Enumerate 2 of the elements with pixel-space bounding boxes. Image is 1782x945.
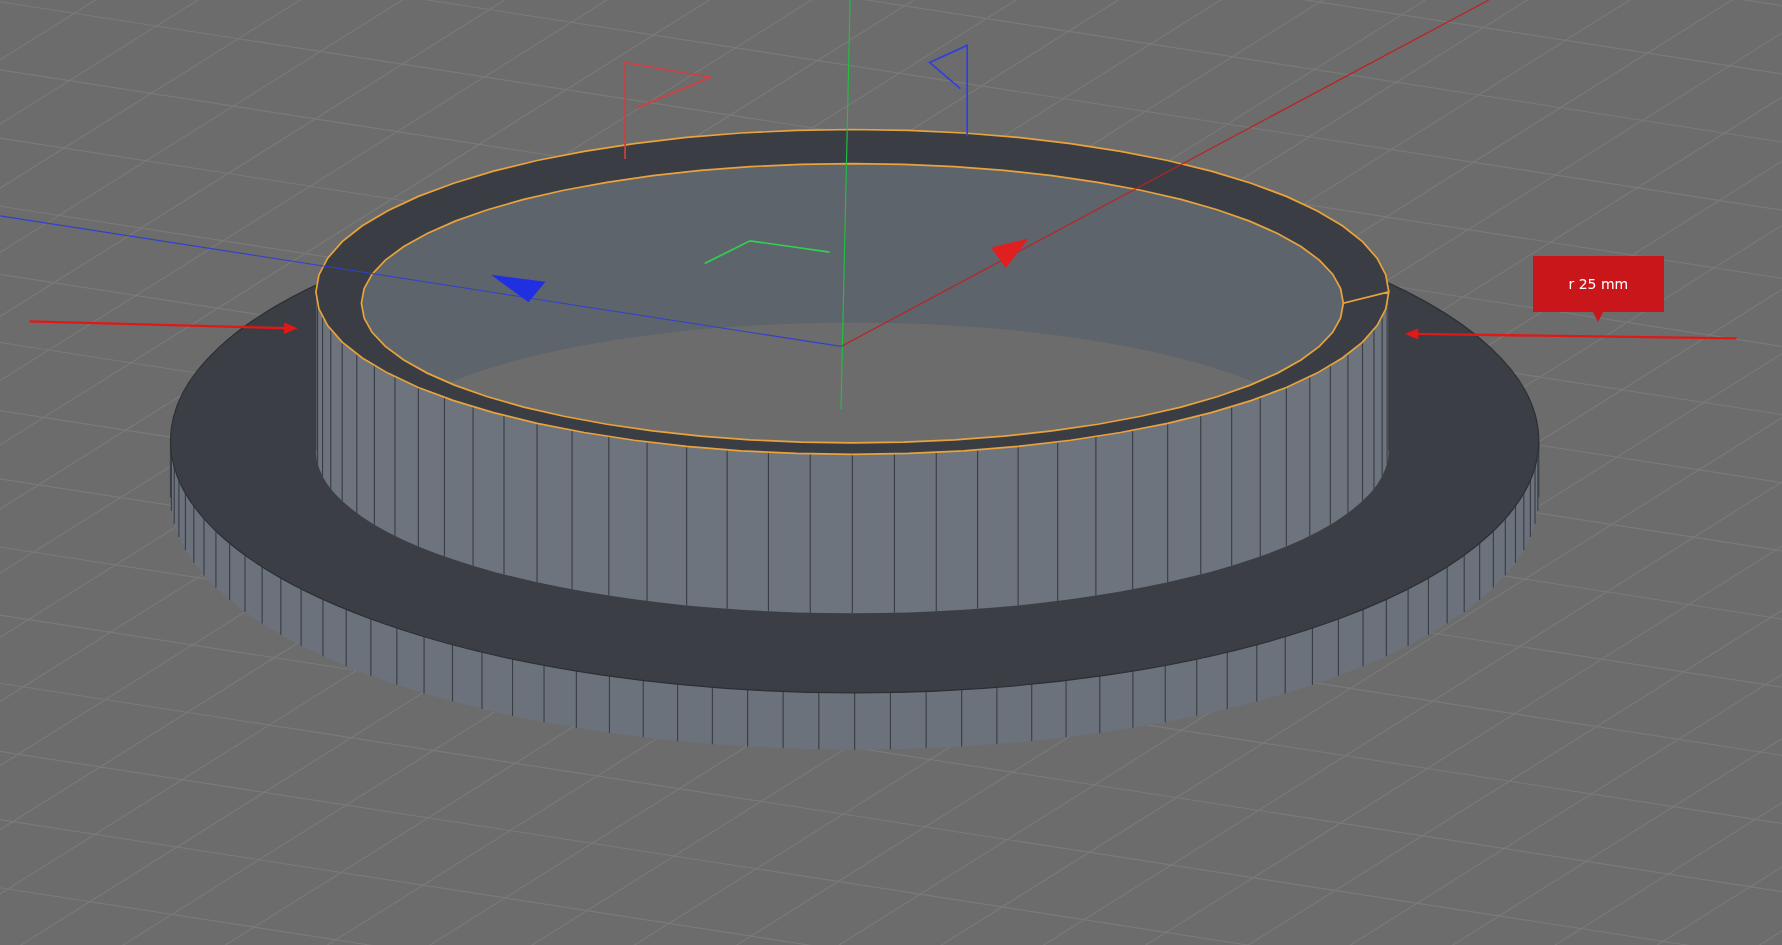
callout-pointer-icon [1593,311,1604,322]
dimension-label: r 25 mm [1533,255,1664,312]
